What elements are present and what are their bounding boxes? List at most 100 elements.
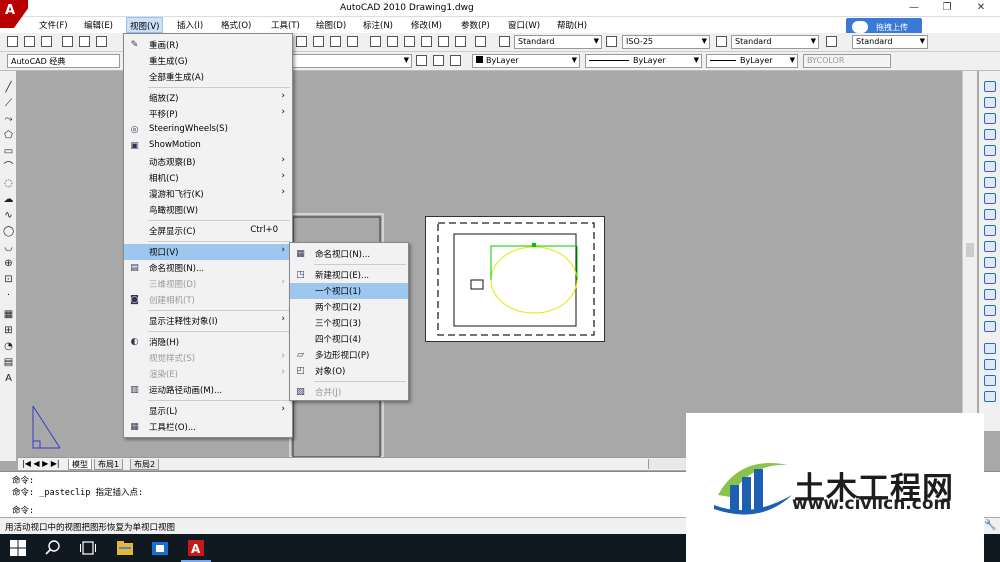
tab-layout2[interactable]: 布局2: [130, 459, 160, 470]
text-style-select[interactable]: Standard ▼: [514, 35, 602, 49]
layer-select-tail[interactable]: ▼: [292, 54, 412, 68]
print-icon[interactable]: [62, 36, 73, 47]
tab-nav-arrows-icon[interactable]: |◀ ◀ ▶ ▶|: [22, 459, 60, 468]
color-select[interactable]: ByLayer ▼: [472, 54, 580, 68]
point-icon[interactable]: ·: [3, 290, 14, 301]
dim-style-icon[interactable]: [606, 36, 617, 47]
make-current-icon[interactable]: [450, 55, 461, 66]
menu-item[interactable]: 漫游和飞行(K) ›: [124, 186, 292, 202]
polyline-icon[interactable]: ⤳: [3, 114, 14, 125]
array-icon[interactable]: [984, 145, 996, 156]
workspace-select[interactable]: AutoCAD 经典: [7, 54, 120, 68]
menu-item[interactable]: ▥ 运动路径动画(M)...: [124, 382, 292, 398]
text-style-icon[interactable]: [499, 36, 510, 47]
menu-item[interactable]: 两个视口(2): [290, 299, 408, 315]
menu-item[interactable]: ✎ 重画(R): [124, 37, 292, 53]
file-explorer-icon[interactable]: [116, 539, 134, 557]
markup-icon[interactable]: [438, 36, 449, 47]
erase-icon[interactable]: [984, 81, 996, 92]
menu-8[interactable]: 标注(N): [363, 19, 393, 31]
menu-4[interactable]: 插入(I): [177, 19, 203, 31]
revcloud-icon[interactable]: ☁: [3, 194, 14, 205]
draworder-front-icon[interactable]: [984, 343, 996, 354]
draworder-back-icon[interactable]: [984, 359, 996, 370]
menu-5[interactable]: 格式(O): [221, 19, 251, 31]
layout-paper[interactable]: [425, 216, 605, 342]
tab-layout1[interactable]: 布局1: [94, 459, 124, 470]
menu-item[interactable]: 重生成(G): [124, 53, 292, 69]
menu-item[interactable]: 四个视口(4): [290, 331, 408, 347]
pan-icon[interactable]: [296, 36, 307, 47]
menu-item[interactable]: 一个视口(1): [290, 283, 408, 299]
rotate-icon[interactable]: [984, 177, 996, 188]
restore-icon[interactable]: ❐: [938, 1, 956, 15]
menu-item[interactable]: ◐ 消隐(H): [124, 334, 292, 350]
spline-icon[interactable]: ∿: [3, 210, 14, 221]
print-preview-icon[interactable]: [79, 36, 90, 47]
menu-item[interactable]: 相机(C) ›: [124, 170, 292, 186]
menu-item[interactable]: 平移(P) ›: [124, 106, 292, 122]
stretch-icon[interactable]: [984, 209, 996, 220]
menu-item[interactable]: 鸟瞰视图(W): [124, 202, 292, 218]
menu-item[interactable]: ◳ 新建视口(E)...: [290, 267, 408, 283]
multileader-style-select[interactable]: Standard ▼: [852, 35, 928, 49]
region-icon[interactable]: ◔: [3, 341, 14, 352]
ellipse-arc-icon[interactable]: ◡: [3, 242, 14, 253]
trim-icon[interactable]: [984, 225, 996, 236]
rectangle-icon[interactable]: ▭: [3, 146, 14, 157]
tab-model[interactable]: 模型: [68, 459, 92, 470]
hatch-icon[interactable]: ▦: [3, 309, 14, 320]
open-file-icon[interactable]: [24, 36, 35, 47]
save-icon[interactable]: [41, 36, 52, 47]
vertical-scrollbar[interactable]: [962, 71, 977, 461]
chamfer-icon[interactable]: [984, 289, 996, 300]
extend-icon[interactable]: [984, 241, 996, 252]
layer-states-icon[interactable]: [433, 55, 444, 66]
menu-7[interactable]: 绘图(D): [316, 19, 346, 31]
menu-item[interactable]: 视口(V) ›: [124, 244, 292, 260]
move-icon[interactable]: [984, 161, 996, 172]
menu-item[interactable]: 显示(L) ›: [124, 403, 292, 419]
store-icon[interactable]: [151, 539, 169, 557]
polygon-icon[interactable]: ⬠: [3, 130, 14, 141]
ellipse-icon[interactable]: ◯: [3, 226, 14, 237]
zoom-window-icon[interactable]: [330, 36, 341, 47]
dim-style-select[interactable]: ISO-25 ▼: [622, 35, 710, 49]
menu-item[interactable]: 动态观察(B) ›: [124, 154, 292, 170]
autocad-taskbar-icon[interactable]: A: [187, 539, 205, 557]
scale-icon[interactable]: [984, 193, 996, 204]
menu-item[interactable]: ▦ 命名视口(N)...: [290, 246, 408, 262]
menu-1[interactable]: 文件(F): [39, 19, 68, 31]
lineweight-select[interactable]: ByLayer ▼: [706, 54, 798, 68]
draworder-above-icon[interactable]: [984, 375, 996, 386]
menu-item[interactable]: 全屏显示(C) Ctrl+0: [124, 223, 292, 239]
menu-item[interactable]: 三个视口(3): [290, 315, 408, 331]
minimize-icon[interactable]: —: [905, 1, 923, 15]
layer-previous-icon[interactable]: [416, 55, 427, 66]
properties-icon[interactable]: [370, 36, 381, 47]
menu-11[interactable]: 窗口(W): [508, 19, 540, 31]
menu-item[interactable]: ◎ SteeringWheels(S): [124, 122, 292, 138]
text-icon[interactable]: A: [3, 373, 14, 384]
windows-start-icon[interactable]: [9, 539, 27, 557]
break-icon[interactable]: [984, 257, 996, 268]
copy-icon[interactable]: [984, 97, 996, 108]
menu-2[interactable]: 编辑(E): [84, 19, 113, 31]
fillet-icon[interactable]: [984, 305, 996, 316]
menu-item[interactable]: 全部重生成(A): [124, 69, 292, 85]
help-icon[interactable]: [475, 36, 486, 47]
gradient-icon[interactable]: ⊞: [3, 325, 14, 336]
menu-item[interactable]: ▤ 命名视图(N)...: [124, 260, 292, 276]
zoom-realtime-icon[interactable]: [313, 36, 324, 47]
zoom-previous-icon[interactable]: [347, 36, 358, 47]
make-block-icon[interactable]: ⊡: [3, 274, 14, 285]
multileader-style-icon[interactable]: [826, 36, 837, 47]
tool-palette-icon[interactable]: [404, 36, 415, 47]
table-style-select[interactable]: Standard ▼: [731, 35, 819, 49]
menu-6[interactable]: 工具(T): [271, 19, 300, 31]
menu-12[interactable]: 帮助(H): [557, 19, 587, 31]
linetype-select[interactable]: ByLayer ▼: [585, 54, 702, 68]
menu-item[interactable]: ▱ 多边形视口(P): [290, 347, 408, 363]
sheet-set-icon[interactable]: [421, 36, 432, 47]
menu-item[interactable]: ▣ ShowMotion: [124, 138, 292, 154]
